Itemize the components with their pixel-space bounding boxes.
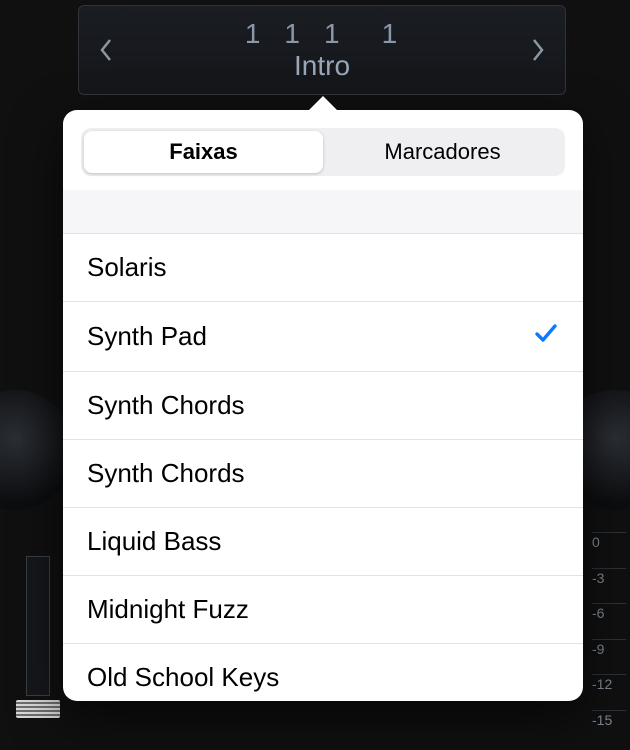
list-item[interactable]: Midnight Fuzz	[63, 576, 583, 644]
ruler-tick: -6	[592, 603, 626, 621]
tracks-popover: Faixas Marcadores Solaris Synth Pad Synt…	[63, 110, 583, 701]
checkmark-icon	[533, 320, 559, 353]
chevron-left-icon	[99, 38, 113, 62]
transport-display: 1 1 1 1 Intro	[78, 5, 566, 95]
next-marker-button[interactable]	[525, 37, 551, 63]
track-headers-stack	[16, 700, 60, 718]
list-item[interactable]: Synth Chords	[63, 440, 583, 508]
pos-beat: 1	[284, 18, 302, 50]
pos-bar: 1	[245, 18, 263, 50]
chevron-right-icon	[531, 38, 545, 62]
track-name: Liquid Bass	[87, 526, 221, 557]
ruler-tick: -3	[592, 568, 626, 586]
track-name: Synth Chords	[87, 390, 245, 421]
ruler-tick: -12	[592, 674, 626, 692]
ruler-tick: -15	[592, 710, 626, 728]
pos-tick: 1	[382, 18, 400, 50]
segmented-control[interactable]: Faixas Marcadores	[81, 128, 565, 176]
transport-center[interactable]: 1 1 1 1 Intro	[119, 18, 525, 82]
list-item[interactable]: Solaris	[63, 234, 583, 302]
ruler-tick: 0	[592, 532, 626, 550]
tab-tracks[interactable]: Faixas	[84, 131, 323, 173]
list-item[interactable]: Liquid Bass	[63, 508, 583, 576]
track-name: Midnight Fuzz	[87, 594, 249, 625]
list-item[interactable]: Old School Keys	[63, 644, 583, 701]
list-item[interactable]: Synth Chords	[63, 372, 583, 440]
tracks-list: Solaris Synth Pad Synth Chords Synth Cho…	[63, 234, 583, 701]
track-name: Old School Keys	[87, 662, 279, 693]
db-ruler: 0 -3 -6 -9 -12 -15	[592, 530, 626, 730]
track-name: Solaris	[87, 252, 166, 283]
track-name: Synth Chords	[87, 458, 245, 489]
pos-div: 1	[324, 18, 342, 50]
tab-markers[interactable]: Marcadores	[323, 131, 562, 173]
prev-marker-button[interactable]	[93, 37, 119, 63]
ruler-tick: -9	[592, 639, 626, 657]
level-meter	[26, 556, 50, 696]
transport-position: 1 1 1 1	[245, 18, 399, 50]
transport-marker-label: Intro	[294, 50, 350, 82]
list-section-header	[63, 190, 583, 234]
list-item[interactable]: Synth Pad	[63, 302, 583, 372]
track-name: Synth Pad	[87, 321, 207, 352]
